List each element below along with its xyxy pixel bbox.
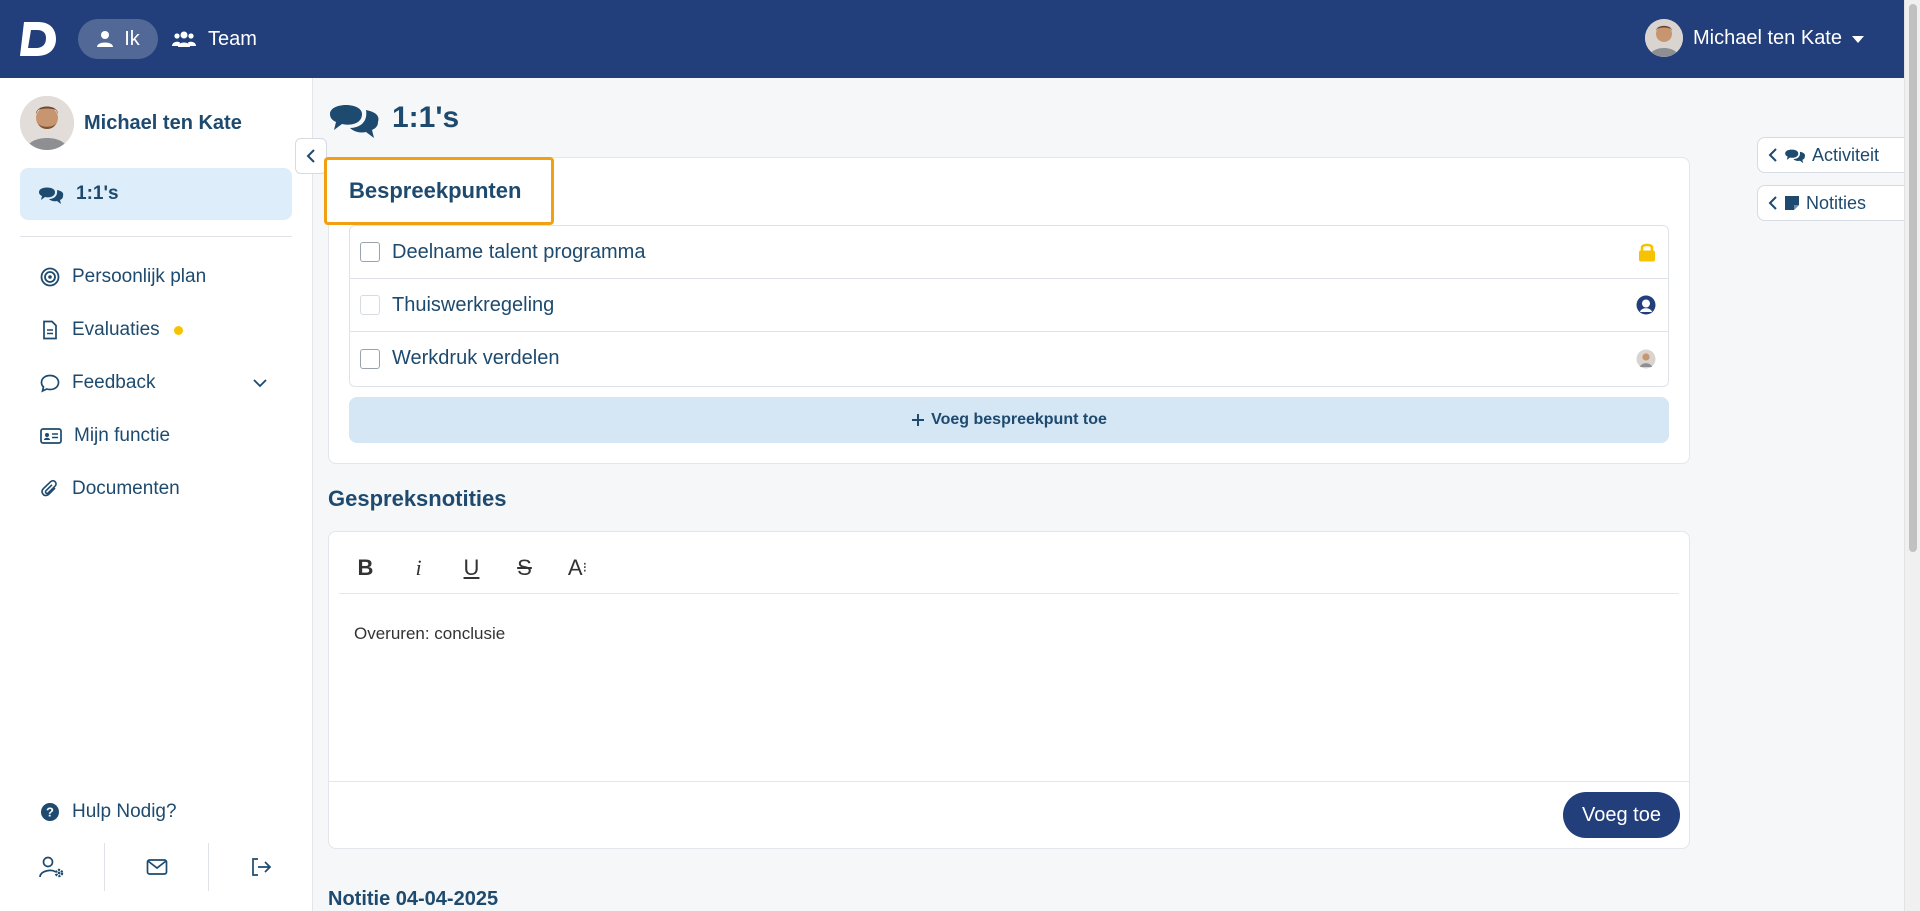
sidebar-bottom-actions (0, 843, 313, 891)
editor-content[interactable]: Overuren: conclusie (354, 624, 505, 644)
strikethrough-button[interactable]: S (498, 548, 551, 588)
notes-editor: B i U S A ⁝ Overuren: conclusie Voeg toe (328, 531, 1690, 849)
item-label: Thuiswerkregeling (392, 293, 555, 316)
tab-label: Notities (1806, 192, 1867, 213)
item-label: Werkdruk verdelen (392, 347, 560, 369)
sidebar-item-feedback[interactable]: Feedback (40, 372, 272, 394)
sidebar-item-persoonlijk-plan[interactable]: Persoonlijk plan (40, 266, 206, 288)
plus-icon (912, 414, 925, 426)
user-settings-icon (38, 856, 64, 878)
page-scrollbar[interactable] (1904, 0, 1920, 911)
user-avatar-icon (1636, 295, 1656, 315)
sticky-note-icon (1785, 196, 1799, 210)
italic-button[interactable]: i (392, 548, 445, 588)
sidebar-item-one-on-ones[interactable]: 1:1's (20, 168, 292, 220)
font-size-label: A (567, 554, 583, 580)
nav-ik[interactable]: Ik (78, 19, 158, 59)
font-size-handle-icon: ⁝ (582, 559, 588, 575)
envelope-icon (146, 859, 167, 875)
bold-button[interactable]: B (339, 548, 392, 588)
caret-down-icon (1852, 36, 1864, 43)
nav-ik-label: Ik (124, 27, 140, 50)
help-label: Hulp Nodig? (72, 801, 177, 822)
item-checkbox[interactable] (360, 242, 380, 262)
item-checkbox[interactable] (360, 295, 380, 315)
page-title-text: 1:1's (392, 101, 460, 134)
paperclip-icon (41, 480, 57, 497)
font-size-button[interactable]: A ⁝ (551, 548, 604, 588)
users-icon (172, 31, 196, 47)
underline-button[interactable]: U (445, 548, 498, 588)
avatar (20, 96, 74, 150)
target-icon (40, 267, 60, 287)
logout-button[interactable] (209, 843, 313, 891)
collapse-sidebar-button[interactable] (295, 138, 327, 174)
chevron-left-icon (1768, 196, 1777, 210)
id-card-icon (40, 428, 62, 444)
item-checkbox[interactable] (360, 348, 380, 369)
user-icon (97, 31, 114, 47)
messages-button[interactable] (105, 843, 209, 891)
tab-label: Activiteit (1812, 144, 1880, 165)
sidebar-item-mijn-functie[interactable]: Mijn functie (40, 425, 170, 447)
add-bespreekpunt-button[interactable]: Voeg bespreekpunt toe (349, 397, 1669, 443)
bespreekpunten-title: Bespreekpunten (349, 178, 522, 203)
chevron-down-icon[interactable] (252, 378, 268, 388)
comments-icon (39, 187, 64, 204)
comments-icon (330, 105, 379, 138)
top-navbar: Ik Team Michael ten Kate (0, 0, 1904, 78)
bespreekpunten-heading: Bespreekpunten (324, 157, 554, 225)
sidebar-divider (20, 236, 292, 237)
chevron-left-icon (306, 149, 315, 163)
user-settings-button[interactable] (0, 843, 104, 891)
editor-footer-divider (329, 781, 1689, 782)
list-item[interactable]: Thuiswerkregeling (350, 279, 1668, 332)
bespreekpunten-list: Deelname talent programma Thuiswerkregel… (349, 225, 1669, 387)
question-circle-icon: ? (41, 803, 59, 821)
profile-name: Michael ten Kate (84, 111, 242, 134)
page-title: 1:1's (328, 96, 459, 140)
chat-bubble-icon (40, 374, 60, 393)
sidebar-item-label: Mijn functie (74, 425, 171, 446)
add-bespreekpunt-label: Voeg bespreekpunt toe (931, 411, 1107, 428)
photo-avatar-icon (1636, 349, 1656, 368)
lock-icon (1639, 243, 1655, 262)
sidebar: Michael ten Kate 1:1's Persoonlijk plan … (0, 78, 313, 911)
gespreksnotities-heading: Gespreksnotities (328, 486, 507, 511)
document-icon (43, 320, 57, 340)
tab-activiteit[interactable]: Activiteit (1757, 137, 1904, 173)
list-item[interactable]: Werkdruk verdelen (350, 332, 1668, 385)
user-name: Michael ten Kate (1693, 26, 1842, 49)
sidebar-item-label: 1:1's (76, 183, 119, 204)
item-label: Deelname talent programma (392, 240, 646, 263)
sidebar-item-documenten[interactable]: Documenten (40, 478, 180, 500)
sidebar-item-label: Evaluaties (72, 319, 160, 340)
editor-toolbar: B i U S A ⁝ (339, 542, 1679, 594)
nav-team-label: Team (208, 27, 257, 50)
sidebar-item-label: Documenten (72, 478, 180, 499)
note-title: Notitie 04-04-2025 (328, 888, 499, 910)
user-menu[interactable]: Michael ten Kate (1645, 15, 1864, 61)
list-item[interactable]: Deelname talent programma (350, 226, 1668, 279)
nav-team[interactable]: Team (172, 19, 257, 59)
notification-dot (173, 325, 183, 335)
sidebar-item-label: Feedback (72, 372, 156, 393)
sidebar-item-evaluaties[interactable]: Evaluaties (40, 319, 183, 341)
comments-icon (1785, 149, 1806, 164)
voeg-toe-button[interactable]: Voeg toe (1563, 792, 1680, 838)
scrollbar-thumb[interactable] (1909, 4, 1917, 552)
svg-text:?: ? (46, 805, 54, 820)
app-logo[interactable] (18, 18, 60, 60)
chevron-left-icon (1768, 148, 1777, 162)
avatar (1645, 19, 1684, 57)
logout-icon (252, 858, 272, 876)
tab-notities[interactable]: Notities (1757, 185, 1904, 221)
sidebar-item-label: Persoonlijk plan (72, 266, 207, 287)
sidebar-profile[interactable]: Michael ten Kate (20, 96, 242, 150)
help-link[interactable]: ? Hulp Nodig? (40, 801, 177, 823)
